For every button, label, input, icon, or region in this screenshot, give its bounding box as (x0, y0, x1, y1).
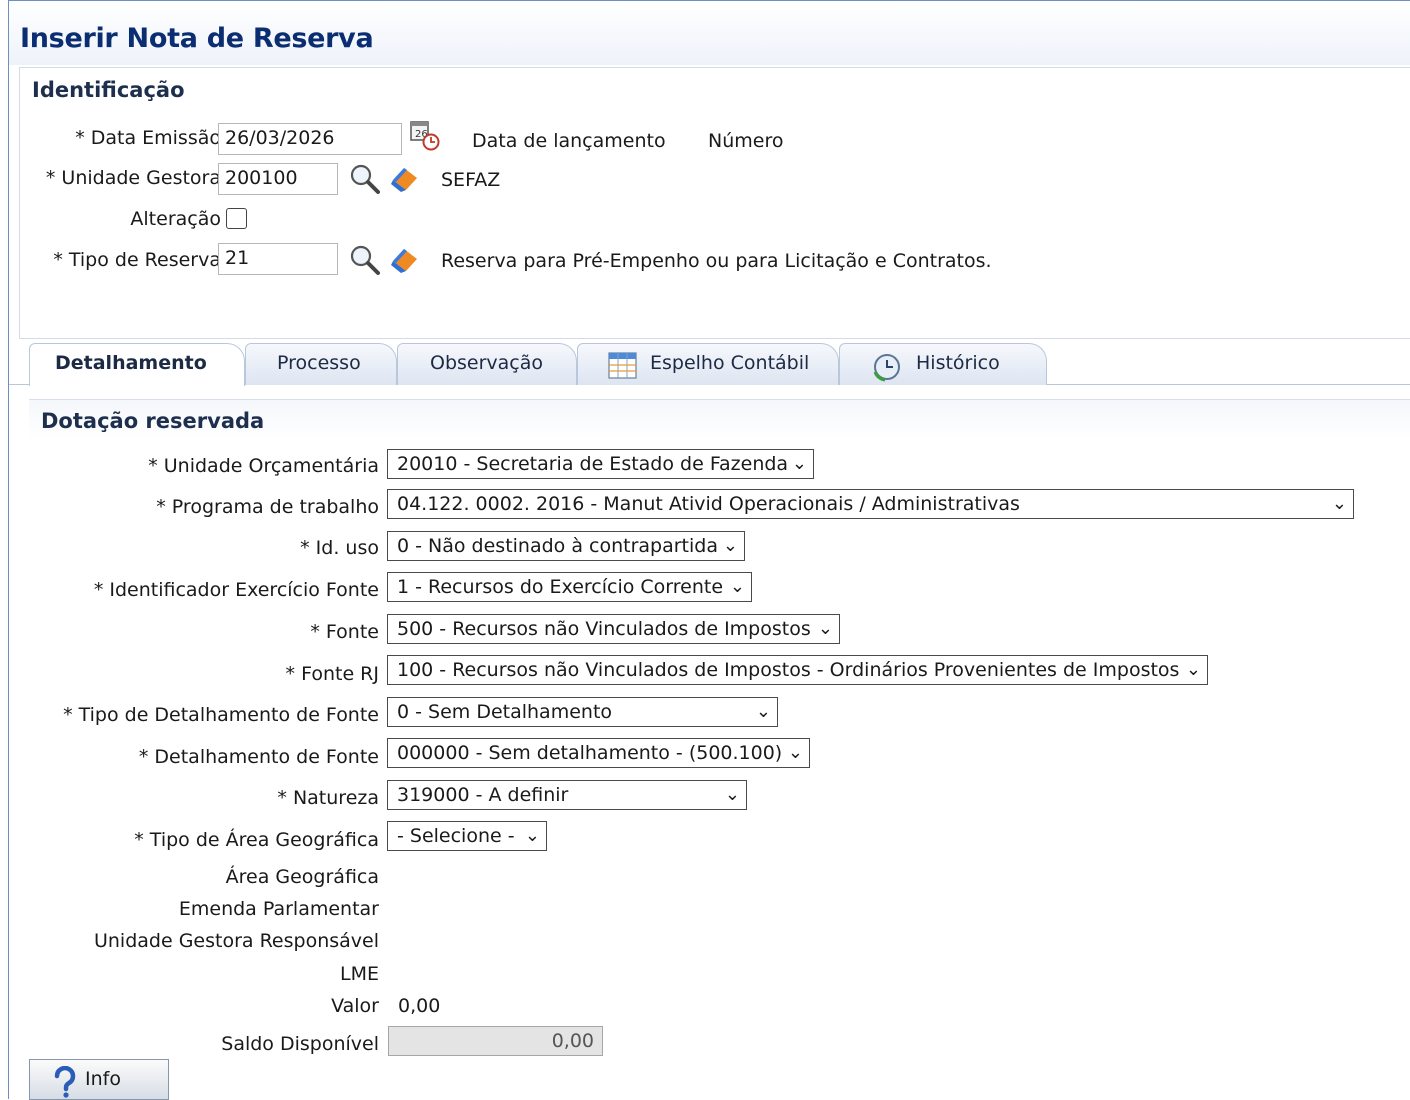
tab-espelho-contabil[interactable]: Espelho Contábil (577, 343, 839, 385)
dotacao-header: Dotação reservada (29, 399, 1410, 439)
natureza-label: * Natureza (277, 787, 379, 809)
page-title: Inserir Nota de Reserva (20, 23, 374, 54)
fonte-rj-label: * Fonte RJ (285, 663, 379, 685)
tab-label: Processo (277, 352, 361, 374)
saldo-disponivel-label: Saldo Disponível (221, 1033, 379, 1055)
tab-bar: Detalhamento Processo Observação Espelho… (9, 339, 1410, 386)
natureza-select[interactable]: 319000 - A definir ⌄ (387, 780, 747, 810)
emenda-parlamentar-label: Emenda Parlamentar (178, 898, 379, 920)
tipo-detalhamento-fonte-select[interactable]: 0 - Sem Detalhamento ⌄ (387, 697, 778, 727)
main-frame: Inserir Nota de Reserva Identificação * … (8, 0, 1410, 1100)
unidade-gestora-input[interactable]: 200100 (218, 163, 338, 195)
fonte-label: * Fonte (310, 621, 379, 643)
numero-label: Número (708, 130, 784, 152)
select-value: 20010 - Secretaria de Estado de Fazenda (397, 453, 789, 475)
detalhamento-fonte-select[interactable]: 000000 - Sem detalhamento - (500.100) ⌄ (387, 738, 810, 768)
select-value: 1 - Recursos do Exercício Corrente (397, 576, 724, 598)
chevron-down-icon: ⌄ (755, 701, 771, 722)
data-emissao-label: * Data Emissão (75, 127, 221, 149)
search-icon[interactable] (348, 162, 382, 196)
page-header: Inserir Nota de Reserva (9, 1, 1410, 65)
alteracao-checkbox[interactable] (226, 208, 247, 229)
tab-label: Observação (430, 352, 544, 374)
programa-trabalho-label: * Programa de trabalho (156, 496, 379, 518)
help-icon (54, 1066, 76, 1098)
tab-observacao[interactable]: Observação (397, 343, 577, 385)
id-uso-select[interactable]: 0 - Não destinado à contrapartida ⌄ (387, 531, 745, 561)
data-lancamento-label: Data de lançamento (472, 130, 666, 152)
programa-trabalho-select[interactable]: 04.122. 0002. 2016 - Manut Ativid Operac… (387, 489, 1354, 519)
tab-label: Histórico (916, 352, 1000, 374)
unidade-orcamentaria-label: * Unidade Orçamentária (148, 455, 379, 477)
saldo-disponivel-field: 0,00 (388, 1026, 603, 1056)
tipo-area-geografica-select[interactable]: - Selecione - ⌄ (387, 821, 547, 851)
tab-historico[interactable]: Histórico (839, 343, 1047, 385)
chevron-down-icon: ⌄ (1185, 659, 1201, 680)
id-uso-label: * Id. uso (300, 537, 379, 559)
tab-processo[interactable]: Processo (245, 343, 397, 385)
fonte-rj-select[interactable]: 100 - Recursos não Vinculados de Imposto… (387, 655, 1208, 685)
chevron-down-icon: ⌄ (724, 784, 740, 805)
identificador-exercicio-fonte-label: * Identificador Exercício Fonte (93, 579, 379, 601)
select-value: 319000 - A definir (397, 784, 569, 806)
info-button[interactable]: Info (29, 1059, 169, 1100)
select-value: 500 - Recursos não Vinculados de Imposto… (397, 618, 811, 640)
chevron-down-icon: ⌄ (729, 576, 745, 597)
lme-label: LME (340, 963, 379, 985)
alteracao-label: Alteração (130, 208, 221, 230)
chevron-down-icon: ⌄ (787, 742, 803, 763)
chevron-down-icon: ⌄ (817, 618, 833, 639)
unidade-gestora-desc: SEFAZ (441, 169, 501, 191)
unidade-orcamentaria-select[interactable]: 20010 - Secretaria de Estado de Fazenda ⌄ (387, 449, 814, 479)
search-icon[interactable] (348, 243, 382, 277)
tipo-reserva-label: * Tipo de Reserva (53, 249, 221, 271)
identificacao-title: Identificação (32, 78, 185, 102)
valor-value: 0,00 (398, 995, 441, 1017)
ug-responsavel-label: Unidade Gestora Responsável (93, 930, 379, 952)
select-value: 0 - Não destinado à contrapartida (397, 535, 718, 557)
data-emissao-input[interactable]: 26/03/2026 (218, 123, 402, 155)
unidade-gestora-label: * Unidade Gestora (45, 167, 221, 189)
area-geografica-label: Área Geográfica (225, 866, 379, 888)
chevron-down-icon: ⌄ (524, 825, 540, 846)
select-value: - Selecione - (397, 825, 515, 847)
dotacao-title: Dotação reservada (41, 409, 265, 433)
tab-detalhamento[interactable]: Detalhamento (29, 343, 245, 386)
tipo-detalhamento-fonte-label: * Tipo de Detalhamento de Fonte (63, 704, 379, 726)
select-value: 100 - Recursos não Vinculados de Imposto… (397, 659, 1180, 681)
chevron-down-icon: ⌄ (722, 535, 738, 556)
chevron-down-icon: ⌄ (1331, 493, 1347, 514)
calendar-icon[interactable]: 26 (408, 119, 442, 153)
fonte-select[interactable]: 500 - Recursos não Vinculados de Imposto… (387, 614, 840, 644)
select-value: 04.122. 0002. 2016 - Manut Ativid Operac… (397, 493, 1020, 515)
tipo-reserva-input[interactable]: 21 (218, 243, 338, 275)
info-button-label: Info (85, 1068, 121, 1090)
identificador-exercicio-fonte-select[interactable]: 1 - Recursos do Exercício Corrente ⌄ (387, 572, 752, 602)
select-value: 0 - Sem Detalhamento (397, 701, 613, 723)
chevron-down-icon: ⌄ (791, 453, 807, 474)
clock-history-icon (873, 354, 900, 382)
valor-label: Valor (331, 995, 379, 1017)
tipo-area-geografica-label: * Tipo de Área Geográfica (134, 829, 379, 851)
identificacao-panel: Identificação * Data Emissão 26/03/2026 … (19, 67, 1410, 339)
detalhamento-fonte-label: * Detalhamento de Fonte (138, 746, 379, 768)
spreadsheet-icon (608, 352, 637, 379)
tab-label: Espelho Contábil (650, 352, 810, 374)
eraser-icon[interactable] (389, 164, 421, 194)
tipo-reserva-desc: Reserva para Pré-Empenho ou para Licitaç… (441, 250, 992, 272)
select-value: 000000 - Sem detalhamento - (500.100) (397, 742, 783, 764)
tab-label: Detalhamento (55, 352, 207, 374)
eraser-icon[interactable] (389, 245, 421, 275)
